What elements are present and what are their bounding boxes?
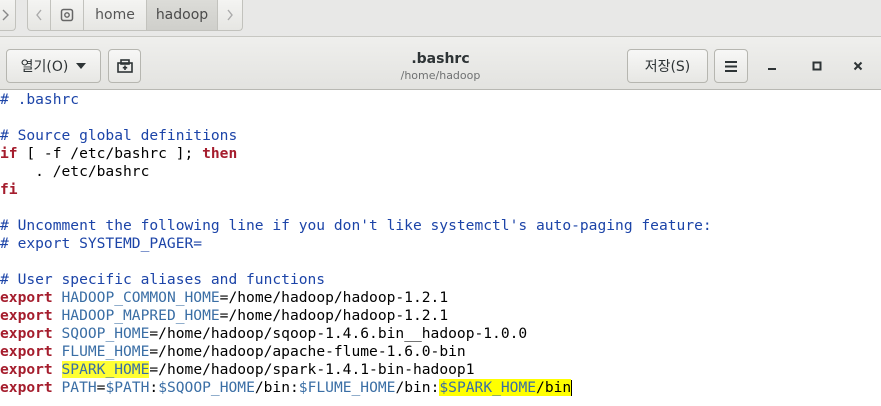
variable-name: $PATH — [105, 379, 150, 396]
keyword: export — [0, 361, 53, 378]
close-icon — [853, 61, 863, 71]
path-back-button[interactable] — [27, 0, 51, 31]
text-cursor — [571, 380, 573, 396]
comment-text: # Uncomment the following line if you do… — [0, 217, 712, 234]
code-text: tc/bashrc — [87, 145, 176, 162]
variable-name: PATH — [61, 379, 97, 396]
keyword: export — [0, 289, 53, 306]
path-crumb-hadoop[interactable]: hadoop — [146, 0, 218, 31]
code-line: # Source global definitions — [0, 127, 237, 145]
highlighted-variable: $SPARK_HOME — [439, 379, 537, 396]
keyword: export — [0, 379, 53, 396]
text-editor[interactable]: # .bashrc # Source global definitions if… — [0, 90, 881, 406]
chevron-right-icon — [227, 9, 233, 21]
code-text: =/home/hadoop/hadoop-1.2.1 — [219, 307, 449, 324]
variable-name: FLUME_HOME — [61, 343, 150, 360]
code-text: /bin — [536, 379, 572, 396]
minimize-button[interactable] — [759, 53, 785, 79]
keyword: export — [0, 307, 53, 324]
code-text: =/home/hadoop/hadoop-1.2.1 — [219, 289, 449, 306]
comment-text: # Source global definitions — [0, 127, 238, 144]
code-line: # export SYSTEMD_PAGER= — [0, 235, 202, 253]
chevron-down-icon — [76, 63, 87, 69]
variable-name: SQOOP_HOME — [61, 325, 150, 342]
variable-name: $FLUME_HOME — [298, 379, 396, 396]
comment-text: # .bashrc — [0, 91, 80, 108]
code-line: export SQOOP_HOME=/home/hadoop/sqoop-1.4… — [0, 325, 527, 343]
hamburger-icon — [725, 60, 737, 72]
variable-name: HADOOP_COMMON_HOME — [61, 289, 220, 306]
code-text: /bin: — [254, 379, 299, 396]
code-text: /bin: — [395, 379, 440, 396]
location-bar: home hadoop — [0, 0, 881, 36]
code-line: # .bashrc — [0, 91, 79, 109]
maximize-button[interactable] — [804, 53, 830, 79]
code-text: : — [149, 379, 159, 396]
code-line: . /etc/bashrc — [0, 163, 149, 181]
comment-text: # export SYSTEMD_PAGER= — [0, 235, 203, 252]
variable-name: $SQOOP_HOME — [158, 379, 255, 396]
document-title: .bashrc — [411, 51, 470, 67]
chevron-right-icon — [2, 9, 9, 21]
close-button[interactable] — [845, 53, 871, 79]
code-text: [ -f /e — [17, 145, 88, 162]
save-button[interactable]: 저장(S) — [627, 49, 708, 83]
crumb-label: hadoop — [155, 7, 209, 23]
code-line: export PATH=$PATH:$SQOOP_HOME/bin:$FLUME… — [0, 379, 573, 397]
code-line: export SPARK_HOME=/home/hadoop/spark-1.4… — [0, 361, 474, 379]
code-line: fi — [0, 181, 18, 199]
keyword: export — [0, 325, 53, 342]
document-path: /home/hadoop — [400, 69, 481, 82]
keyword: if — [0, 145, 18, 162]
code-text: . /etc/bashrc — [0, 163, 150, 180]
keyword: then — [202, 145, 238, 162]
code-line: export FLUME_HOME=/home/hadoop/apache-fl… — [0, 343, 466, 361]
code-line: export HADOOP_COMMON_HOME=/home/hadoop/h… — [0, 289, 448, 307]
keyword: fi — [0, 181, 18, 198]
highlighted-variable: SPARK_HOME — [61, 361, 150, 378]
save-button-label: 저장(S) — [644, 59, 691, 75]
code-text: =/home/hadoop/spark-1.4.1-bin-hadoop1 — [149, 361, 475, 378]
comment-text: # User specific aliases and functions — [0, 271, 326, 288]
code-line: # User specific aliases and functions — [0, 271, 325, 289]
crumb-label: home — [95, 7, 135, 23]
code-text: ]; — [175, 145, 203, 162]
maximize-icon — [812, 61, 822, 71]
code-line: if [ -f /etc/bashrc ]; then — [0, 145, 237, 163]
path-root-button[interactable] — [50, 0, 84, 31]
path-forward-button[interactable] — [217, 0, 243, 31]
new-document-button[interactable] — [108, 49, 141, 83]
path-crumb-home[interactable]: home — [83, 0, 147, 31]
code-text: =/home/hadoop/apache-flume-1.6.0-bin — [149, 343, 466, 360]
open-button-label: 열기(O) — [20, 59, 69, 75]
sidebar-toggle-button[interactable] — [0, 0, 16, 31]
code-line: export HADOOP_MAPRED_HOME=/home/hadoop/h… — [0, 307, 448, 325]
chevron-left-icon — [36, 9, 42, 21]
minimize-icon — [768, 68, 776, 70]
open-button[interactable]: 열기(O) — [6, 49, 101, 83]
editor-headerbar: 열기(O) .bashrc /home/hadoop 저장(S) — [0, 36, 881, 90]
new-tab-icon — [116, 59, 133, 73]
code-text: =/home/hadoop/sqoop-1.4.6.bin__hadoop-1.… — [149, 325, 528, 342]
menu-button[interactable] — [714, 49, 748, 83]
code-line: # Uncomment the following line if you do… — [0, 217, 712, 235]
keyword: export — [0, 343, 53, 360]
drive-icon — [60, 8, 74, 22]
variable-name: HADOOP_MAPRED_HOME — [61, 307, 220, 324]
